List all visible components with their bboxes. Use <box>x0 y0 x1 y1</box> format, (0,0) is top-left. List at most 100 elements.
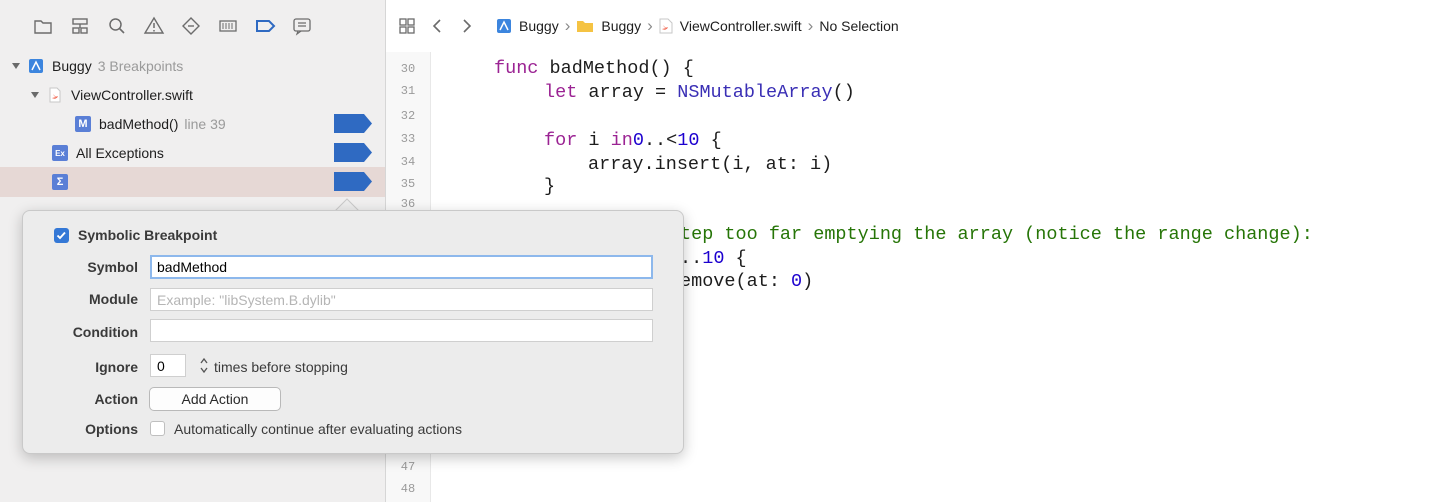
breakpoint-flag-icon[interactable] <box>334 143 372 162</box>
line-number: 32 <box>400 109 416 123</box>
folder-icon <box>33 20 52 34</box>
symbol-label: Symbol <box>87 259 138 275</box>
issue-icon <box>143 16 164 34</box>
breakpoint-flag-icon[interactable] <box>334 172 372 191</box>
code-line: func badMethod() { <box>494 58 694 79</box>
code-text: badMethod() { <box>538 58 694 79</box>
ignore-label: Ignore <box>95 359 138 375</box>
crumb-separator-icon: › <box>647 16 653 35</box>
method-breakpoint-name: badMethod() <box>99 116 179 132</box>
code-text: i <box>577 130 611 151</box>
related-items-button[interactable] <box>392 11 422 41</box>
line-number: 31 <box>400 84 416 98</box>
keyword: for <box>544 130 578 151</box>
keyword: func <box>494 58 539 79</box>
code-text: ) <box>802 271 814 292</box>
breakpoint-count: 3 Breakpoints <box>97 58 184 74</box>
code-line: } <box>544 176 555 197</box>
exception-badge: Ex <box>55 148 65 158</box>
code-line: for i in0..<10 { <box>544 130 722 151</box>
report-navigator-tab[interactable] <box>283 11 320 41</box>
symbolic-badge: Σ <box>56 176 64 188</box>
source-control-icon <box>71 18 88 34</box>
jump-bar: Buggy › Buggy › ViewController.swift › N… <box>386 0 1447 52</box>
crumb-project[interactable]: Buggy <box>496 18 559 34</box>
code-text: { <box>699 130 722 151</box>
module-label: Module <box>89 291 138 307</box>
line-number: 30 <box>400 62 416 76</box>
forward-button[interactable] <box>452 11 482 41</box>
ignore-count-field[interactable] <box>150 354 186 377</box>
code-text: emove(at: <box>680 271 792 292</box>
line-number: 33 <box>400 132 416 146</box>
number-literal: 10 <box>677 130 700 151</box>
issue-navigator-tab[interactable] <box>135 11 172 41</box>
type-name: NSMutableArray <box>677 82 833 103</box>
ignore-suffix: times before stopping <box>214 359 348 375</box>
checkmark-icon <box>56 231 66 240</box>
code-line: let array = NSMutableArray() <box>544 82 855 103</box>
crumb-project-label: Buggy <box>519 18 559 34</box>
debug-navigator-tab[interactable] <box>209 11 246 41</box>
file-row[interactable]: ViewController.swift <box>0 80 385 110</box>
breakpoint-editor-popover: Symbolic Breakpoint Symbol Module Condit… <box>22 210 684 454</box>
disclosure-triangle-icon[interactable] <box>11 61 21 71</box>
symbol-field[interactable] <box>150 255 653 279</box>
exception-icon: Ex <box>52 145 68 161</box>
symbolic-breakpoint-row[interactable]: Σ <box>0 167 385 197</box>
grid-icon <box>399 18 415 34</box>
code-line: ..10 { <box>680 248 747 269</box>
folder-icon <box>577 21 594 32</box>
code-text: array = <box>577 82 678 103</box>
condition-label: Condition <box>72 324 138 340</box>
method-badge: M <box>78 118 88 130</box>
test-navigator-tab[interactable] <box>172 11 209 41</box>
find-navigator-tab[interactable] <box>98 11 135 41</box>
line-number: 34 <box>400 155 416 169</box>
number-literal: 0 <box>791 271 803 292</box>
options-label: Options <box>85 421 138 437</box>
debug-icon <box>218 20 237 32</box>
project-icon <box>497 19 511 33</box>
method-breakpoint-line: line 39 <box>184 116 226 132</box>
code-text: () <box>832 82 855 103</box>
add-action-button[interactable]: Add Action <box>149 387 281 411</box>
crumb-separator-icon: › <box>564 16 571 35</box>
code-line: emove(at: 0) <box>680 271 813 292</box>
breakpoint-flag-icon[interactable] <box>334 114 372 133</box>
test-icon <box>181 17 200 35</box>
code-text: } <box>544 176 556 197</box>
chevron-right-icon <box>463 19 472 33</box>
symbolic-icon: Σ <box>52 174 68 190</box>
stepper-icon[interactable] <box>199 357 209 374</box>
crumb-symbol[interactable]: No Selection <box>819 18 898 34</box>
swift-file-icon <box>49 87 61 103</box>
exception-breakpoint-row[interactable]: Ex All Exceptions <box>0 138 385 168</box>
project-navigator-tab[interactable] <box>24 11 61 41</box>
back-button[interactable] <box>422 11 452 41</box>
crumb-file[interactable]: ViewController.swift <box>659 18 802 34</box>
method-breakpoint-row[interactable]: M badMethod() line 39 <box>0 109 385 139</box>
disclosure-triangle-icon[interactable] <box>30 90 40 100</box>
chevron-left-icon <box>432 19 441 33</box>
find-icon <box>108 18 125 34</box>
swift-file-icon <box>659 18 673 34</box>
auto-continue-checkbox[interactable] <box>150 421 165 436</box>
code-text: array.insert(i, at: i) <box>588 154 833 175</box>
crumb-file-label: ViewController.swift <box>679 18 802 34</box>
crumb-group[interactable]: Buggy <box>576 18 641 34</box>
project-row[interactable]: Buggy 3 Breakpoints <box>0 51 385 81</box>
auto-continue-label: Automatically continue after evaluating … <box>174 421 462 437</box>
line-number: 36 <box>400 197 416 211</box>
method-icon: M <box>75 116 91 132</box>
breakpoint-icon <box>255 20 275 32</box>
condition-field[interactable] <box>150 319 653 342</box>
breakpoint-navigator-tab[interactable] <box>246 11 283 41</box>
module-field[interactable] <box>150 288 653 311</box>
exception-breakpoint-name: All Exceptions <box>76 145 164 161</box>
file-name: ViewController.swift <box>71 87 193 103</box>
source-control-navigator-tab[interactable] <box>61 11 98 41</box>
number-literal: 10 <box>702 248 725 269</box>
popover-title: Symbolic Breakpoint <box>78 227 218 243</box>
enabled-checkbox[interactable] <box>54 228 69 243</box>
